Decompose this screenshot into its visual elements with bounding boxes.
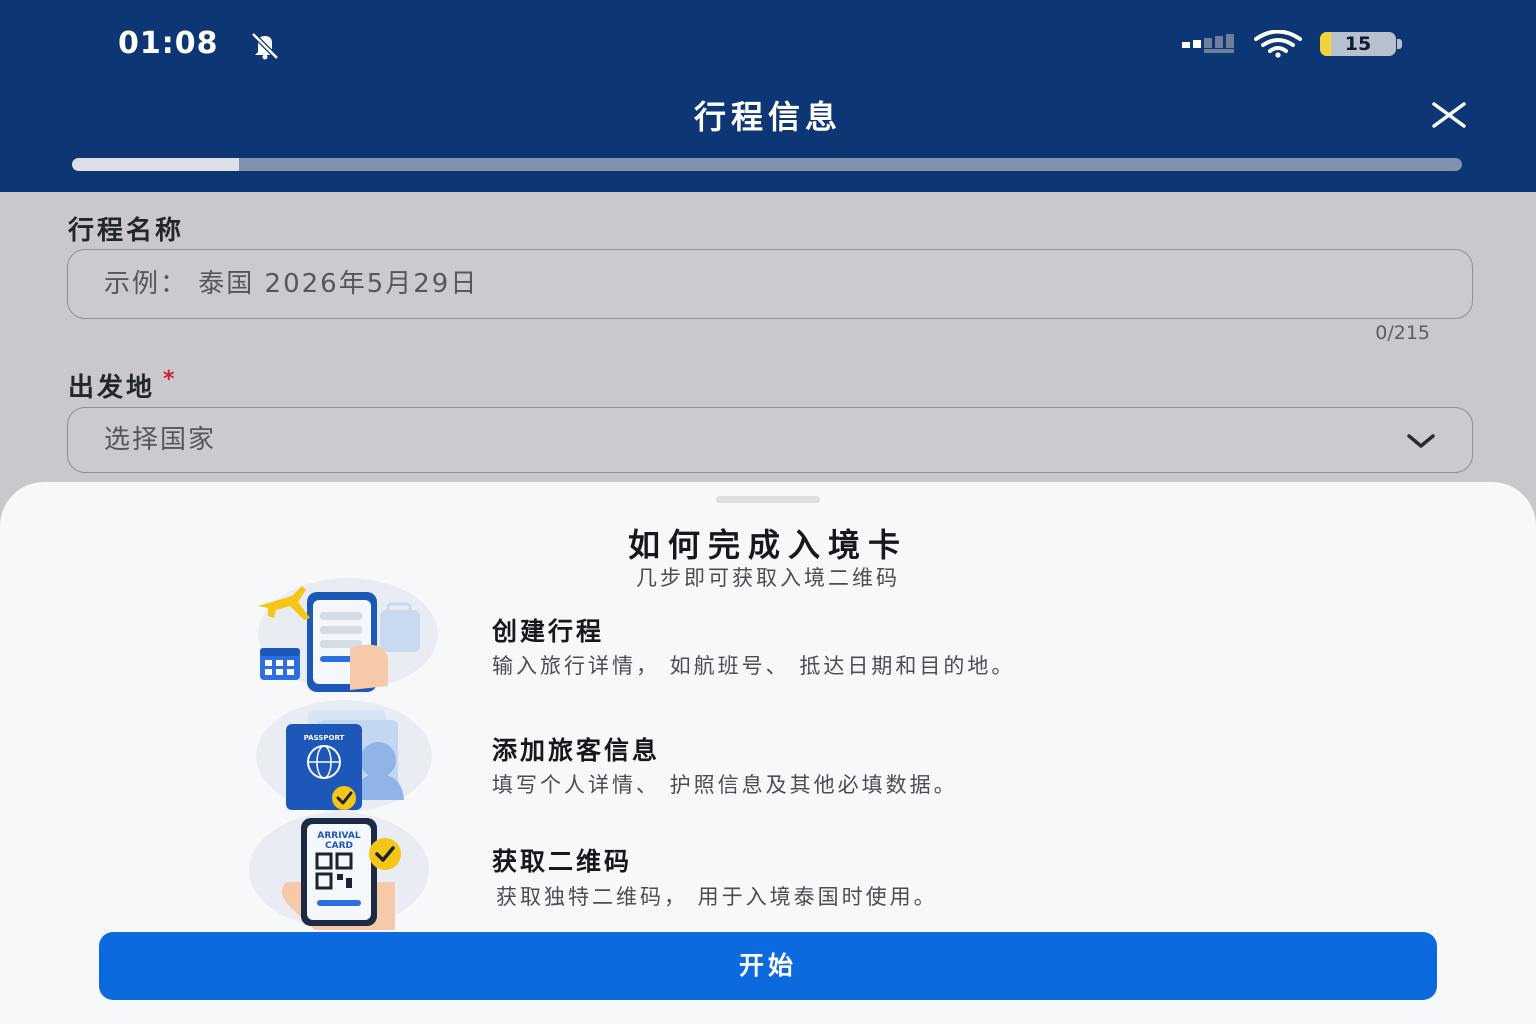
step-get-qr-description: 获取独特二维码， 用于入境泰国时使用。 <box>496 885 938 909</box>
chevron-down-icon <box>1407 434 1435 448</box>
step-add-traveler-title: 添加旅客信息 <box>492 736 661 765</box>
departure-country-select[interactable]: 选择国家 <box>67 407 1473 473</box>
step-add-traveler-description: 填写个人详情、 护照信息及其他必填数据。 <box>492 773 958 797</box>
step-get-qr-title: 获取二维码 <box>492 847 633 876</box>
bell-muted-icon <box>251 32 279 60</box>
sheet-title: 如何完成入境卡 <box>627 526 908 564</box>
arrival-card-qr-illustration-icon: ARRIVAL CARD <box>249 812 429 930</box>
step-progress-bar <box>72 158 1462 171</box>
required-marker: * <box>163 367 178 392</box>
create-trip-illustration-icon <box>258 578 438 692</box>
start-button[interactable]: 开始 <box>99 932 1437 1000</box>
step-create-trip-title: 创建行程 <box>492 617 605 646</box>
app-header: 01:08 15 行程信息 <box>0 0 1536 192</box>
step-progress-fill <box>72 158 239 171</box>
battery-indicator: 15 <box>1320 32 1396 56</box>
departure-placeholder: 选择国家 <box>104 425 217 455</box>
battery-level: 15 <box>1344 33 1372 55</box>
departure-label-text: 出发地 <box>68 373 156 403</box>
battery-tip <box>1397 39 1402 49</box>
sheet-subtitle: 几步即可获取入境二维码 <box>636 566 900 590</box>
how-to-bottom-sheet: 如何完成入境卡 几步即可获取入境二维码 创建行程 输入旅行详情， 如航班号、 抵… <box>0 482 1536 1024</box>
page-title: 行程信息 <box>693 98 842 136</box>
signal-icon <box>1182 34 1234 53</box>
trip-name-placeholder: 示例： 泰国 2026年5月29日 <box>104 269 479 299</box>
trip-name-char-counter: 0/215 <box>1375 322 1430 344</box>
step-create-trip-description: 输入旅行详情， 如航班号、 抵达日期和目的地。 <box>492 654 1016 678</box>
passport-text: PASSPORT <box>304 734 345 742</box>
status-time: 01:08 <box>118 26 219 61</box>
sheet-grabber[interactable] <box>716 496 820 503</box>
trip-name-label: 行程名称 <box>68 216 185 246</box>
close-icon[interactable] <box>1430 100 1468 130</box>
wifi-icon <box>1254 30 1302 58</box>
arrival-text: ARRIVAL <box>317 831 360 841</box>
passport-illustration-icon: PASSPORT <box>256 700 432 812</box>
card-text: CARD <box>325 841 353 851</box>
departure-label: 出发地 * <box>68 367 178 404</box>
trip-name-input[interactable]: 示例： 泰国 2026年5月29日 <box>67 249 1473 319</box>
